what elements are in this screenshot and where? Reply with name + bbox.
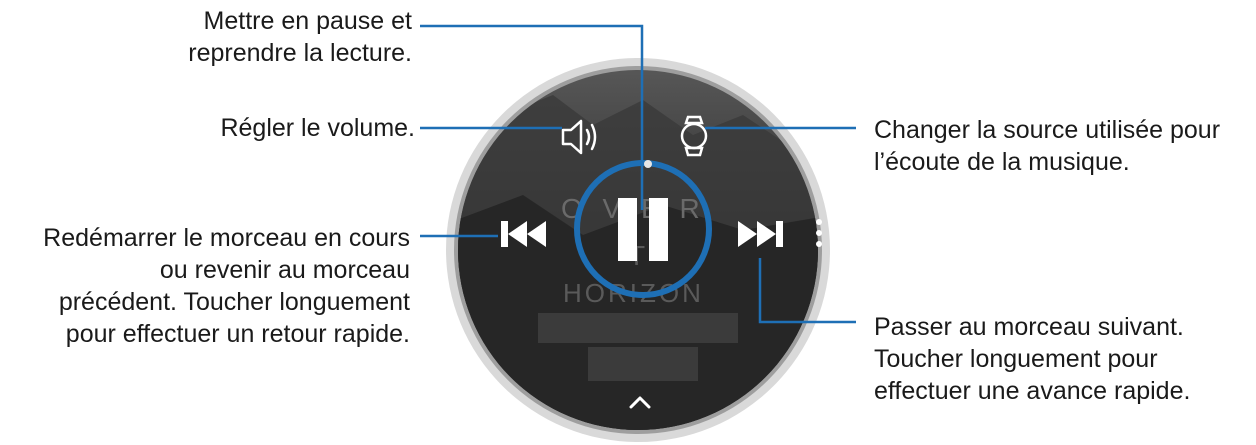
line-next: [758, 258, 856, 324]
line-pause: [420, 24, 644, 210]
callout-lines: [420, 24, 856, 324]
